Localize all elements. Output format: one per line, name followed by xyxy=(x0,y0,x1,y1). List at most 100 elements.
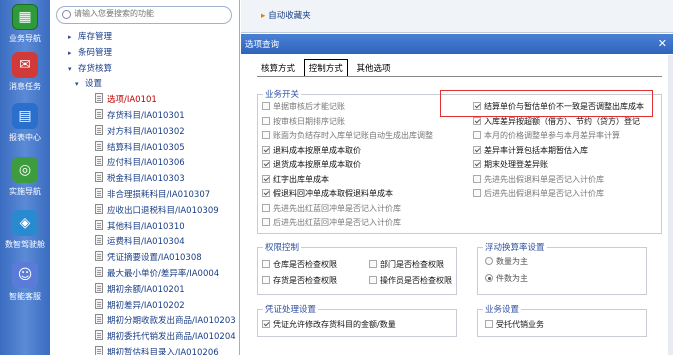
tree-label: 应付科目/IA010306 xyxy=(107,158,185,169)
chevron-down-icon: ▾ xyxy=(75,80,79,89)
float-rate-radio[interactable]: 件数为主 xyxy=(485,273,528,284)
checkbox-unchecked-icon xyxy=(262,276,270,284)
option-checkbox[interactable]: 后进先出假退料单是否记入计价库 xyxy=(473,188,604,199)
checkbox-label: 期末处理登差异账 xyxy=(484,160,548,169)
tab-other-options[interactable]: 其他选项 xyxy=(352,60,394,76)
nav-business[interactable]: ▦ 业务导航 xyxy=(0,4,50,44)
option-checkbox[interactable]: 先进先出红蓝回冲单是否记入计价库 xyxy=(262,203,401,214)
tree-item[interactable]: 结算科目/IA010305 xyxy=(95,140,185,153)
nav-cockpit[interactable]: ◈ 数智驾驶舱 xyxy=(0,210,50,250)
option-checkbox[interactable]: 后进先出红蓝回冲单是否记入计价库 xyxy=(262,217,401,228)
option-checkbox[interactable]: 存货是否检查权限 xyxy=(262,275,337,286)
tree-label: 存货科目/IA010301 xyxy=(107,111,185,121)
tree-item[interactable]: 其他科目/IA010310 xyxy=(95,219,185,232)
document-icon xyxy=(95,93,103,104)
nav-report[interactable]: ▤ 报表中心 xyxy=(0,103,50,143)
checkbox-label: 存货是否检查权限 xyxy=(273,276,337,285)
checkbox-unchecked-icon xyxy=(262,203,270,212)
checkbox-checked-icon xyxy=(473,145,481,154)
nav-label: 业务导航 xyxy=(9,34,41,43)
close-icon[interactable]: ✕ xyxy=(658,37,667,50)
document-icon xyxy=(95,124,103,135)
search-icon xyxy=(62,10,71,19)
tree-label: 期初暂估科目录入/IA010206 xyxy=(107,348,219,355)
checkbox-label: 退料成本按原单成本取价 xyxy=(273,145,361,155)
checkbox-label: 先进先出红蓝回冲单是否记入计价库 xyxy=(273,203,401,213)
nav-support[interactable]: ☺ 智能客服 xyxy=(0,262,50,302)
search-box[interactable] xyxy=(56,6,232,24)
checkbox-label: 单据审核后才能记账 xyxy=(273,102,345,111)
option-checkbox[interactable]: 凭证允许修改存货科目的金额/数量 xyxy=(262,319,396,330)
option-checkbox[interactable]: 退货成本按原单成本取价 xyxy=(262,159,361,170)
option-checkbox[interactable]: 受托代销业务 xyxy=(485,319,544,330)
checkbox-checked-icon xyxy=(262,160,270,168)
tree-label: 税金科目/IA010303 xyxy=(107,174,185,185)
option-checkbox[interactable]: 部门是否检查权限 xyxy=(369,259,444,270)
tree-item[interactable]: 存货科目/IA010301 xyxy=(95,109,185,121)
options-dialog: 选项查询 ✕ 核算方式 控制方式 其他选项 业务开关 权限控制 浮动换算率设置 … xyxy=(241,34,673,355)
tree-folder[interactable]: ▸ 库存管理 xyxy=(68,30,112,42)
checkbox-label: 后进先出红蓝回冲单是否记入计价库 xyxy=(273,218,401,227)
tree-item[interactable]: 非合理损耗科目/IA010307 xyxy=(95,188,210,200)
document-icon xyxy=(95,109,103,119)
tree-folder[interactable]: ▾ 设置 xyxy=(75,77,102,89)
nav-implement[interactable]: ◎ 实施导航 xyxy=(0,157,50,197)
option-checkbox[interactable]: 本月的价格调整单参与本月差异率计算 xyxy=(473,130,620,141)
option-checkbox[interactable]: 退料成本按原单成本取价 xyxy=(262,145,361,156)
tree-item[interactable]: 最大最小单价/差异率/IA0004 xyxy=(95,267,219,279)
option-checkbox[interactable]: 操作员是否检查权限 xyxy=(369,275,452,286)
option-checkbox[interactable]: 按审核日期排序记账 xyxy=(262,116,345,127)
tab-control-method[interactable]: 控制方式 xyxy=(303,59,348,76)
tree-item[interactable]: 凭证摘要设置/IA010308 xyxy=(95,251,202,263)
tree-item[interactable]: 税金科目/IA010303 xyxy=(95,172,185,184)
checkbox-label: 操作员是否检查权限 xyxy=(380,276,452,285)
tree-item[interactable]: 期初暂估科目录入/IA010206 xyxy=(95,346,219,355)
document-icon xyxy=(95,235,103,246)
tree-item[interactable]: 应收出口退税科目/IA010309 xyxy=(95,203,219,216)
menu-tree-panel: ▸ 库存管理 ▸ 条码管理 ▾ 存货核算 ▾ 设置选项/IA0101 存货科目/IA010301… xyxy=(50,0,240,355)
tab-accounting-method[interactable]: 核算方式 xyxy=(257,60,299,76)
tree-folder[interactable]: ▸ 条码管理 xyxy=(68,46,112,58)
tree-label: 库存管理 xyxy=(78,32,113,42)
tree-label: 应收出口退税科目/IA010309 xyxy=(107,205,219,216)
tree-item[interactable]: 运费科目/IA010304 xyxy=(95,235,185,247)
message-task-icon: ✉ xyxy=(12,52,38,78)
option-checkbox[interactable]: 入库差异按超额（借方）、节约（贷方）登记 xyxy=(473,116,640,127)
group-label: 权限控制 xyxy=(263,241,302,253)
tree-label: 条码管理 xyxy=(78,47,113,58)
search-input[interactable] xyxy=(74,9,224,18)
business-nav-icon: ▦ xyxy=(12,4,38,30)
tree-item[interactable]: 应付科目/IA010306 xyxy=(95,156,185,168)
favorites-link[interactable]: ▸ 自动收藏夹 xyxy=(261,9,311,21)
document-icon xyxy=(95,251,103,262)
document-icon xyxy=(95,172,103,183)
option-checkbox[interactable]: 先进先出假退料单是否记入计价库 xyxy=(473,174,604,185)
nav-message[interactable]: ✉ 消息任务 xyxy=(0,52,50,92)
option-checkbox[interactable]: 账面为负结存时入库单记账自动生成出库调整 xyxy=(262,130,433,141)
tree-item[interactable]: 期初差异/IA010202 xyxy=(95,298,185,311)
option-checkbox[interactable]: 单据审核后才能记账 xyxy=(262,101,345,112)
nav-label: 报表中心 xyxy=(9,133,41,142)
chevron-right-icon: ▸ xyxy=(68,48,72,57)
checkbox-unchecked-icon xyxy=(369,276,377,284)
tree-item[interactable]: 期初余额/IA010201 xyxy=(95,282,185,295)
tree-folder[interactable]: ▾ 存货核算 xyxy=(68,62,112,74)
tree-label: 运费科目/IA010304 xyxy=(107,237,185,248)
tree-label: 结算科目/IA010305 xyxy=(107,142,185,153)
tree-item[interactable]: 对方科目/IA010302 xyxy=(95,124,185,137)
tree-item[interactable]: 选项/IA0101 xyxy=(95,93,157,105)
chevron-down-icon: ▾ xyxy=(68,64,72,73)
group-label: 浮动换算率设置 xyxy=(483,241,547,253)
option-checkbox[interactable]: 仓库是否检查权限 xyxy=(262,259,337,270)
float-rate-radio[interactable]: 数量为主 xyxy=(485,256,528,267)
option-checkbox[interactable]: 差异率计算包括本期暂估入库 xyxy=(473,145,588,156)
tree-item[interactable]: 期初分期收款发出商品/IA010203 xyxy=(95,314,236,326)
option-checkbox[interactable]: 期末处理登差异账 xyxy=(473,159,548,170)
tree-item[interactable]: 期初委托代销发出商品/IA010204 xyxy=(95,330,236,342)
option-checkbox[interactable]: 红字出库单成本 xyxy=(262,174,329,185)
tree-label: 最大最小单价/差异率/IA0004 xyxy=(107,269,220,279)
chevron-right-icon: ▸ xyxy=(68,33,72,41)
checkbox-checked-icon xyxy=(262,145,270,154)
scrollbar[interactable] xyxy=(668,55,673,355)
option-checkbox[interactable]: 假退料回冲单成本取假退料单成本 xyxy=(262,188,393,199)
